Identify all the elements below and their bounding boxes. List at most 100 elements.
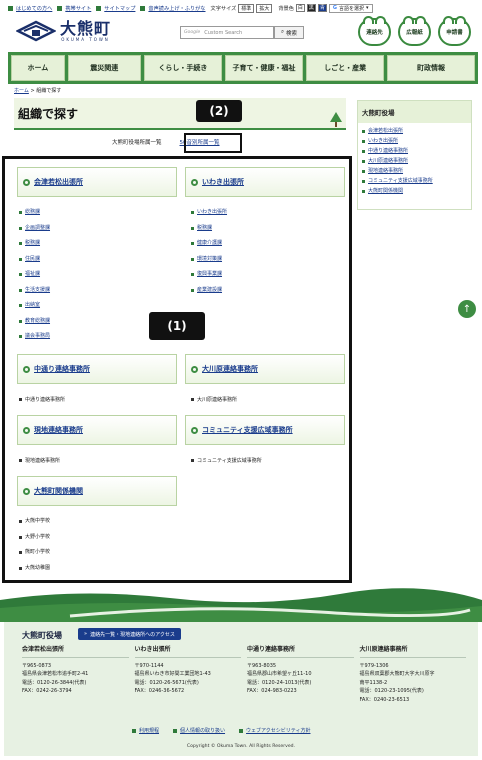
sidebar-item[interactable]: 中通り連絡事務所 — [362, 146, 467, 156]
highlight-box — [184, 133, 242, 153]
search-input[interactable]: Google Custom Search — [180, 26, 274, 39]
page-title: 組織で探す — [14, 98, 346, 130]
org-card-nakadori[interactable]: 中通り連絡事務所 — [17, 354, 177, 384]
sidebar-item[interactable]: いわき出張所 — [362, 136, 467, 146]
ring-icon — [23, 365, 30, 373]
language-select[interactable]: G 言語を選択 ▾ — [328, 3, 373, 13]
logo-text: 大熊町 — [60, 18, 112, 38]
footer-landscape — [0, 586, 482, 622]
nav-childcare-health[interactable]: 子育て・健康・福祉 — [224, 55, 304, 81]
footer-link-accessibility[interactable]: ウェブアクセシビリティ方針 — [239, 727, 310, 734]
search-icon: ⌕ — [280, 29, 285, 35]
quick-link-contacts[interactable]: 連絡先 — [358, 16, 391, 46]
org-card-iwaki[interactable]: いわき出張所 — [185, 167, 345, 197]
bg-white-button[interactable]: 白 — [295, 4, 305, 12]
font-large-button[interactable]: 拡大 — [256, 3, 273, 13]
bullet-icon — [140, 5, 146, 11]
chevron-right-icon: » — [84, 631, 88, 637]
org-card-aizu[interactable]: 会津若松出張所 — [17, 167, 177, 197]
subnav-current: 大熊町役場所属一覧 — [112, 140, 162, 146]
org-card-kankei[interactable]: 大熊町関係機関 — [17, 476, 177, 506]
footer-col-aizu: 会津若松出張所 〒965-0873 福島県会津若松市追手町2-41 電話：012… — [22, 646, 135, 704]
org-link[interactable]: 福祉課 — [19, 267, 50, 283]
search-button[interactable]: ⌕ 検索 — [274, 26, 304, 39]
org-item: 熊町小学校 — [19, 545, 50, 561]
ring-icon — [23, 178, 30, 186]
org-card-genchi[interactable]: 現地連絡事務所 — [17, 415, 177, 445]
bg-color-label: 背景色 — [278, 5, 294, 12]
footer-col-okawara: 大川原連絡事務所 〒979-1306 福島県双葉郡大熊町大字大川原字 南平113… — [359, 646, 473, 704]
sidebar-item[interactable]: 現地連絡事務所 — [362, 166, 467, 176]
quick-link-newsletter[interactable]: 広報紙 — [398, 16, 431, 46]
org-link[interactable]: 環境対策課 — [191, 252, 227, 268]
org-link[interactable]: 企画調整課 — [19, 221, 50, 237]
global-nav: ホーム 震災関連 くらし・手続き 子育て・健康・福祉 しごと・産業 町政情報 — [8, 52, 478, 84]
org-link[interactable]: 税務課 — [191, 221, 227, 237]
site-footer: 大熊町役場 » 連絡先一覧・現地連絡所へのアクセス 会津若松出張所 〒965-08… — [4, 622, 478, 756]
org-link[interactable]: 税務課 — [19, 236, 50, 252]
link-mobile-site[interactable]: 携帯サイト — [65, 5, 91, 12]
copyright: Copyright © Okuma Town. All Rights Reser… — [186, 744, 296, 749]
org-link[interactable]: 総務課 — [19, 205, 50, 221]
nav-living[interactable]: くらし・手続き — [143, 55, 222, 81]
nav-work-industry[interactable]: しごと・産業 — [306, 55, 385, 81]
org-link[interactable]: 住民課 — [19, 252, 50, 268]
link-first-visit[interactable]: はじめての方へ — [16, 5, 52, 12]
org-list-area: 会津若松出張所 総務課 企画調整課 税務課 住民課 福祉課 生活支援課 出納室 … — [2, 156, 352, 583]
org-link[interactable]: 健康介護課 — [191, 236, 227, 252]
chevron-down-icon: ▾ — [366, 5, 369, 11]
sidebar-item[interactable]: コミュニティ支援広域事務所 — [362, 176, 467, 186]
org-card-community[interactable]: コミュニティ支援広域事務所 — [185, 415, 345, 445]
org-item-community: コミュニティ支援広域事務所 — [191, 457, 262, 464]
footer-link-privacy[interactable]: 個人情報の取り扱い — [173, 727, 225, 734]
org-item-nakadori: 中通り連絡事務所 — [19, 396, 65, 403]
org-item: 大熊中学校 — [19, 514, 50, 530]
sidebar: 大熊町役場 会津若松出張所 いわき出張所 中通り連絡事務所 大川原連絡事務所 現… — [357, 100, 472, 210]
org-links-iwaki: いわき出張所 税務課 健康介護課 環境対策課 復興事業課 産業建設課 — [191, 205, 227, 298]
org-item-genchi: 現地連絡事務所 — [19, 457, 60, 464]
org-link[interactable]: 産業建設課 — [191, 283, 227, 299]
org-link[interactable]: 教育総務課 — [19, 314, 50, 330]
arrow-up-icon: ↑ — [462, 303, 472, 315]
font-standard-button[interactable]: 標準 — [238, 3, 255, 13]
org-links-kankei: 大熊中学校 大野小学校 熊町小学校 大熊幼稚園 — [19, 514, 50, 576]
bg-blue-button[interactable]: 青 — [317, 4, 327, 12]
bullet-icon — [8, 5, 13, 11]
footer-access-button[interactable]: » 連絡先一覧・現地連絡所へのアクセス — [78, 628, 181, 640]
org-item: 大熊幼稚園 — [19, 561, 50, 577]
back-to-top-button[interactable]: ↑ — [458, 300, 476, 318]
sidebar-item[interactable]: 大川原連絡事務所 — [362, 156, 467, 166]
ring-icon — [23, 487, 30, 495]
org-link[interactable]: いわき出張所 — [191, 205, 227, 221]
breadcrumb: ホーム > 組織で探す — [14, 87, 61, 94]
sidebar-item[interactable]: 大熊町関係機関 — [362, 186, 467, 196]
org-link[interactable]: 復興事業課 — [191, 267, 227, 283]
ring-icon — [191, 178, 198, 186]
sidebar-list: 会津若松出張所 いわき出張所 中通り連絡事務所 大川原連絡事務所 現地連絡事務所… — [358, 123, 471, 199]
nav-disaster[interactable]: 震災関連 — [67, 55, 141, 81]
nav-town-info[interactable]: 町政情報 — [387, 55, 475, 81]
org-link[interactable]: 出納室 — [19, 298, 50, 314]
ring-icon — [23, 426, 30, 434]
site-logo[interactable]: 大熊町 OKUMA TOWN — [16, 20, 111, 42]
site-search: Google Custom Search ⌕ 検索 — [180, 26, 304, 39]
bullet-icon — [96, 5, 102, 11]
quick-link-applications[interactable]: 申請書 — [438, 16, 471, 46]
footer-col-iwaki: いわき出張所 〒970-1144 福島県いわき市好間工業団地1-43 電話：01… — [134, 646, 248, 704]
footer-link-terms[interactable]: 利用規程 — [132, 727, 159, 734]
org-link[interactable]: 議会事務局 — [19, 329, 50, 345]
breadcrumb-home[interactable]: ホーム — [14, 88, 29, 94]
bg-black-button[interactable]: 黒 — [306, 4, 316, 12]
nav-home[interactable]: ホーム — [11, 55, 65, 81]
footer-col-nakadori: 中通り連絡事務所 〒963-8035 福島県郡山市希望ヶ丘11-10 電話：01… — [247, 646, 360, 704]
ring-icon — [191, 365, 198, 373]
org-card-okawara[interactable]: 大川原連絡事務所 — [185, 354, 345, 384]
logo-subtext: OKUMA TOWN — [61, 36, 110, 42]
org-link[interactable]: 生活支援課 — [19, 283, 50, 299]
link-sitemap[interactable]: サイトマップ — [104, 5, 135, 12]
link-voice-reading[interactable]: 音声読み上げ・ふりがな — [148, 5, 205, 12]
org-links-aizu: 総務課 企画調整課 税務課 住民課 福祉課 生活支援課 出納室 教育総務課 議会… — [19, 205, 50, 345]
breadcrumb-current: 組織で探す — [36, 88, 62, 94]
footer-title: 大熊町役場 — [22, 631, 62, 640]
sidebar-item[interactable]: 会津若松出張所 — [362, 126, 467, 136]
